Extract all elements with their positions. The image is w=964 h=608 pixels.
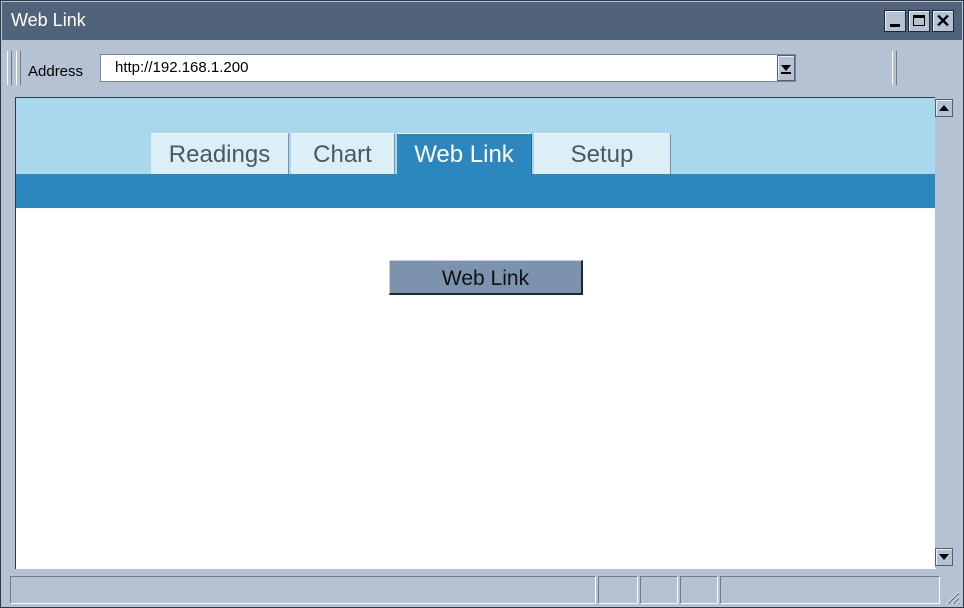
tab-web-link[interactable]: Web Link — [397, 133, 532, 175]
window-controls: ✕ — [884, 10, 954, 32]
tab-chart[interactable]: Chart — [291, 133, 395, 174]
toolbar-grip[interactable] — [892, 51, 897, 85]
toolbar-grip[interactable] — [16, 51, 21, 85]
maximize-button[interactable] — [908, 10, 930, 32]
scroll-up-icon — [939, 105, 949, 111]
header-bar — [16, 174, 936, 208]
status-bar — [2, 573, 962, 607]
web-link-button[interactable]: Web Link — [389, 260, 583, 295]
tab-readings[interactable]: Readings — [151, 133, 289, 174]
address-label: Address — [28, 63, 84, 80]
address-toolbar: Address http://192.168.1.200 — [2, 41, 962, 93]
dropdown-arrow-icon — [781, 65, 791, 71]
vertical-scrollbar[interactable] — [935, 97, 953, 568]
minimize-button[interactable] — [884, 10, 906, 32]
address-dropdown-button[interactable] — [777, 55, 795, 81]
maximize-icon — [913, 15, 925, 26]
title-bar[interactable]: Web Link ✕ — [2, 2, 962, 40]
scroll-down-icon — [939, 554, 949, 560]
window-title: Web Link — [11, 10, 86, 30]
status-pane — [640, 576, 678, 604]
status-pane — [680, 576, 718, 604]
close-button[interactable]: ✕ — [932, 10, 954, 32]
toolbar-grip[interactable] — [7, 51, 12, 85]
status-zone-pane — [720, 576, 940, 604]
dropdown-arrow-underline — [781, 72, 791, 74]
resize-grip-icon[interactable] — [942, 587, 960, 605]
address-input[interactable]: http://192.168.1.200 — [100, 54, 796, 82]
scroll-down-button[interactable] — [935, 548, 953, 566]
close-icon: ✕ — [935, 11, 951, 31]
scroll-up-button[interactable] — [935, 99, 953, 117]
page-viewport: Readings Chart Web Link Setup Web Link — [15, 97, 936, 569]
status-pane — [598, 576, 638, 604]
browser-window: Web Link ✕ Address http://192.168.1.200 … — [0, 0, 964, 608]
tab-setup[interactable]: Setup — [534, 133, 671, 174]
status-text-pane — [10, 576, 596, 604]
minimize-icon — [890, 24, 900, 27]
